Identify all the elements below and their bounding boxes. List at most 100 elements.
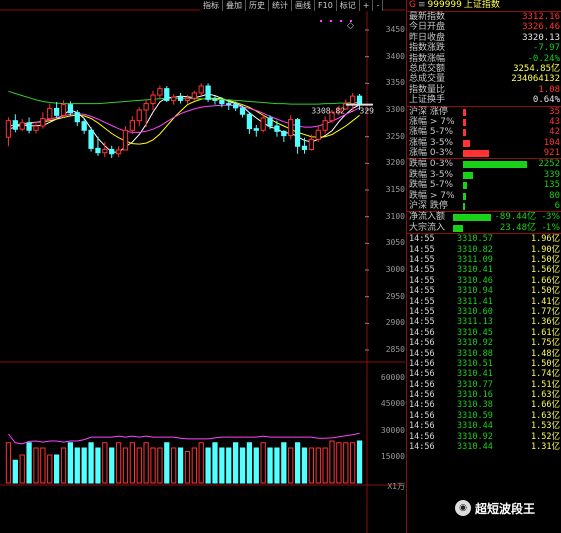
volume-bar[interactable] [212, 442, 218, 484]
volume-bar[interactable] [205, 447, 211, 484]
volume-bar[interactable] [40, 447, 46, 484]
candle[interactable] [115, 149, 122, 155]
volume-bar[interactable] [219, 447, 225, 484]
candle[interactable] [184, 97, 191, 101]
toolbar-button[interactable]: 画线 [292, 0, 315, 11]
candle[interactable] [95, 147, 101, 154]
candle[interactable] [281, 130, 287, 137]
candle[interactable] [267, 117, 273, 127]
candle[interactable] [315, 129, 321, 140]
volume-bar[interactable] [308, 447, 314, 484]
candle[interactable] [129, 120, 135, 131]
candle[interactable] [164, 88, 170, 101]
collapse-icon[interactable]: ◇ [347, 21, 354, 31]
tick-row[interactable]: 14:56 3310.51 1.50亿 [407, 359, 561, 369]
candle[interactable] [102, 148, 108, 154]
candle[interactable] [233, 104, 239, 109]
volume-bar[interactable] [67, 442, 74, 484]
kline-panel[interactable]: ◇ 3308.82 - 329 指标 叠加 历史 统计 画线 F10 标记 + - 3450 340… [0, 0, 405, 533]
candle[interactable] [47, 107, 53, 120]
tick-row[interactable]: 14:55 3310.57 1.96亿 [407, 234, 561, 244]
volume-bar[interactable] [294, 442, 301, 484]
volume-bar[interactable] [226, 447, 232, 484]
volume-bar[interactable] [281, 442, 287, 484]
candle[interactable] [5, 120, 12, 138]
volume-bar[interactable] [198, 442, 204, 484]
candle[interactable] [205, 85, 211, 100]
tick-row[interactable]: 14:56 3310.44 1.31亿 [407, 442, 561, 452]
tick-row[interactable]: 14:56 3310.45 1.61亿 [407, 328, 561, 338]
tick-row[interactable]: 14:55 3311.41 1.41亿 [407, 297, 561, 307]
kline-chart[interactable]: ◇3308.82 - 329 [0, 0, 405, 533]
candle[interactable] [67, 104, 74, 114]
candle[interactable] [60, 104, 67, 116]
candle[interactable] [191, 92, 197, 99]
candle[interactable] [350, 95, 356, 105]
candle[interactable] [26, 122, 32, 131]
tick-row[interactable]: 14:56 3310.16 1.63亿 [407, 390, 561, 400]
toolbar-button[interactable]: 历史 [246, 0, 269, 11]
toolbar-button[interactable]: 统计 [269, 0, 292, 11]
volume-bar[interactable] [60, 447, 67, 484]
tick-row[interactable]: 14:55 3310.46 1.66亿 [407, 276, 561, 286]
volume-bar[interactable] [233, 442, 239, 484]
candle[interactable] [239, 107, 246, 115]
candle[interactable] [109, 148, 115, 155]
volume-bar[interactable] [5, 442, 12, 484]
candle[interactable] [33, 125, 39, 131]
candle[interactable] [308, 138, 314, 150]
toolbar-button[interactable]: - [373, 0, 384, 11]
volume-bar[interactable] [115, 442, 122, 484]
tick-row[interactable]: 14:56 3310.92 1.75亿 [407, 338, 561, 348]
tick-row[interactable]: 14:56 3310.88 1.48亿 [407, 349, 561, 359]
candle[interactable] [212, 98, 218, 101]
candle[interactable] [171, 96, 177, 101]
tick-row[interactable]: 14:55 3310.60 1.77亿 [407, 307, 561, 317]
volume-bar[interactable] [150, 447, 156, 484]
candle[interactable] [143, 103, 149, 111]
candle[interactable] [54, 107, 60, 116]
volume-bar[interactable] [12, 459, 18, 484]
volume-bar[interactable] [102, 442, 108, 484]
tick-row[interactable]: 14:55 3310.94 1.50亿 [407, 286, 561, 296]
candle[interactable] [260, 117, 266, 131]
tick-row[interactable]: 14:56 3310.92 1.52亿 [407, 432, 561, 442]
candle[interactable] [150, 94, 156, 105]
toolbar-button[interactable]: F10 [315, 0, 337, 11]
volume-bar[interactable] [129, 442, 135, 484]
candle[interactable] [19, 122, 25, 130]
candle[interactable] [198, 85, 204, 94]
toolbar-button[interactable]: 叠加 [223, 0, 246, 11]
tick-row[interactable]: 14:56 3310.44 1.53亿 [407, 421, 561, 431]
candle[interactable] [219, 99, 225, 105]
toolbar-button[interactable]: 指标 [200, 0, 223, 11]
volume-bar[interactable] [329, 440, 335, 484]
candle[interactable] [177, 96, 184, 101]
volume-bar[interactable] [301, 447, 308, 484]
toolbar-button[interactable]: + [360, 0, 374, 11]
volume-bar[interactable] [143, 442, 149, 484]
volume-bar[interactable] [157, 447, 163, 484]
candle[interactable] [226, 103, 232, 106]
volume-bar[interactable] [54, 454, 60, 484]
volume-bar[interactable] [288, 447, 294, 484]
volume-bar[interactable] [74, 447, 80, 484]
candle[interactable] [356, 95, 363, 105]
candle[interactable] [136, 109, 142, 122]
toolbar-button[interactable]: 标记 [337, 0, 360, 11]
volume-bar[interactable] [136, 447, 142, 484]
volume-bar[interactable] [81, 447, 87, 484]
volume-bar[interactable] [47, 454, 53, 484]
candle[interactable] [294, 119, 301, 147]
candle[interactable] [253, 128, 259, 131]
tick-list[interactable]: 14:55 3310.57 1.96亿 14:55 3310.82 1.90亿 14:55 3… [407, 234, 561, 452]
volume-bar[interactable] [336, 442, 342, 484]
tick-row[interactable]: 14:56 3310.38 1.66亿 [407, 400, 561, 410]
tick-row[interactable]: 14:55 3310.82 1.90亿 [407, 245, 561, 255]
menu-icon[interactable]: ≡ [418, 0, 426, 11]
volume-bar[interactable] [33, 447, 39, 484]
candle[interactable] [301, 145, 308, 150]
candle[interactable] [81, 121, 87, 131]
volume-bar[interactable] [88, 442, 94, 484]
volume-bar[interactable] [122, 447, 129, 484]
